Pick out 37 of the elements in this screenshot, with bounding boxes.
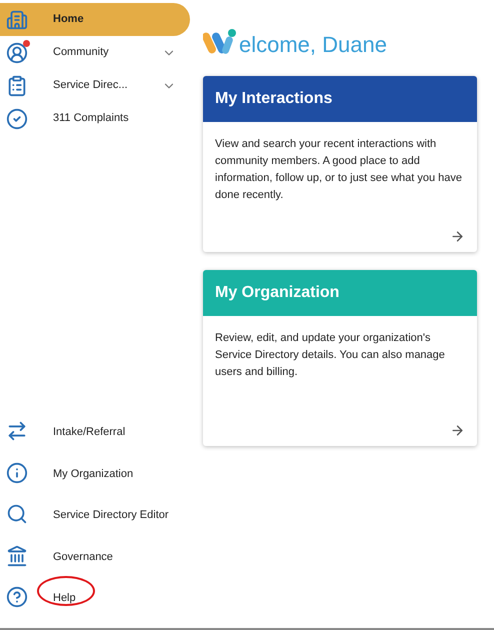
nav-item[interactable]: Service Direc... (0, 69, 190, 102)
card[interactable]: My Organization Review, edit, and update your organization's Service Directory details. You can also manage users and billing. (203, 270, 477, 446)
nav-label: Service Directory Editor (53, 509, 169, 522)
nav-item[interactable]: Home (0, 3, 190, 36)
nav-item[interactable]: 311 Complaints (0, 102, 190, 135)
card-title: My Organization (215, 283, 340, 303)
search-icon (6, 503, 28, 526)
nav-item[interactable]: Help (0, 576, 190, 618)
logo-icon (203, 28, 239, 56)
nav-label: Intake/Referral (53, 426, 126, 438)
building-icon (6, 8, 28, 30)
welcome-title: elcome, Duane (239, 34, 387, 56)
arrow-icon[interactable] (450, 229, 465, 244)
nav-label: 311 Complaints (53, 111, 130, 126)
nav-item[interactable]: Intake/Referral (0, 410, 190, 452)
user-icon (6, 42, 28, 64)
nav-item[interactable]: Community (0, 36, 190, 69)
help-icon (6, 586, 28, 608)
nav-label: Home (53, 12, 85, 28)
card-description: View and search your recent interactions with community members. A good place to add information, follow up, or to just see what you have done recently. (215, 137, 464, 203)
nav-item[interactable]: Governance (0, 535, 190, 576)
card[interactable]: My Interactions View and search your recent interactions with community members. A good place to add information, follow up, or to just see what you have done recently. (203, 76, 477, 252)
nav-item[interactable]: Service Directory Editor (0, 494, 190, 535)
nav-label: Help (53, 592, 76, 604)
arrow-icon[interactable] (450, 423, 465, 438)
arrows-icon (6, 420, 28, 442)
bank-icon (6, 544, 28, 567)
clipboard-icon (6, 74, 28, 96)
nav-item[interactable]: My Organization (0, 452, 190, 494)
nav-label: My Organization (53, 468, 134, 480)
info-icon (6, 462, 28, 484)
nav-label: Service Direc... (53, 78, 129, 94)
check-circle-icon (6, 108, 28, 130)
nav-label: Governance (53, 550, 113, 563)
card-description: Review, edit, and update your organization's Service Directory details. You can also manage users and billing. (215, 331, 446, 380)
nav-label: Community (53, 45, 110, 60)
card-title: My Interactions (215, 89, 332, 109)
